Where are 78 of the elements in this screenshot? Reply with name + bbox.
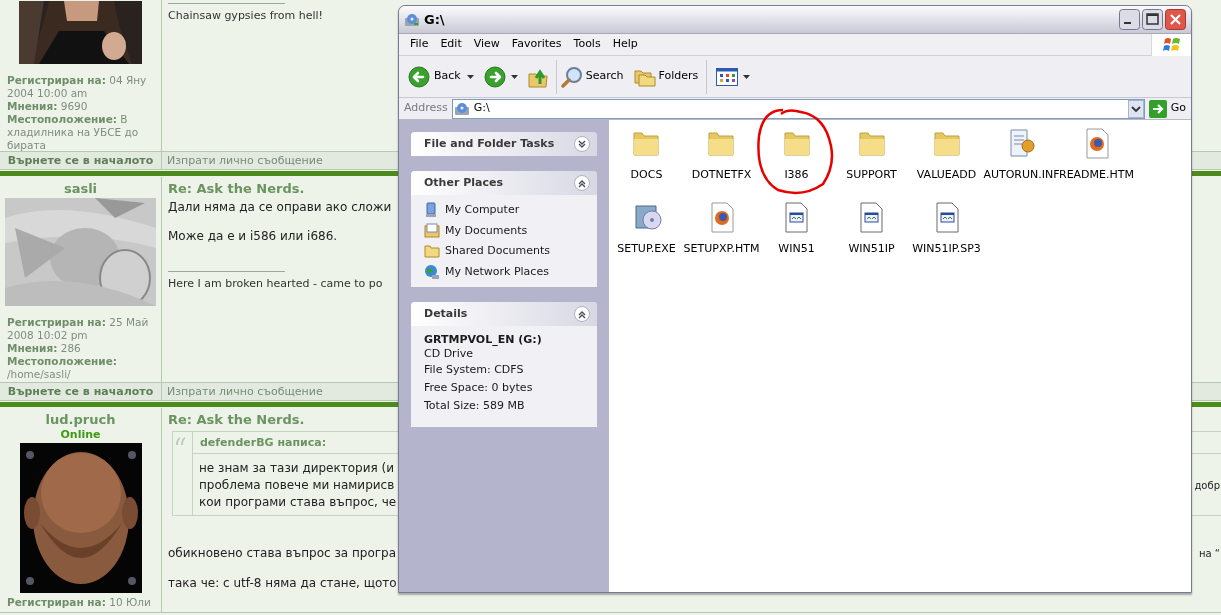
globe-icon <box>424 263 440 280</box>
close-button[interactable] <box>1165 9 1186 30</box>
online-status: Online <box>60 428 101 442</box>
views-icon <box>716 67 739 86</box>
post-title: Re: Ask the Nerds. <box>168 411 305 428</box>
folder-item[interactable]: VALUEADD <box>916 126 977 193</box>
panel-title[interactable]: Details <box>424 305 468 323</box>
drive-name: GRTMPVOL_EN (G:) <box>424 333 543 347</box>
member-stat: Мнения: 9690 <box>7 100 89 113</box>
explorer-item[interactable]: AUTORUN.INF <box>983 126 1060 193</box>
dropdown-button[interactable] <box>1127 99 1144 118</box>
views-caret-icon[interactable] <box>743 74 751 79</box>
detail-text: Total Size: 589 MB <box>424 398 526 414</box>
member-stat: Регистриран на: 10 Юли <box>7 596 152 609</box>
signature-text: Chainsaw gypsies from hell! <box>168 8 323 24</box>
post-title: Re: Ask the Nerds. <box>168 180 305 197</box>
collapse-chevron-icon[interactable] <box>574 306 590 322</box>
back-to-top-link[interactable]: Върнете се в началото <box>7 383 154 400</box>
menu-item[interactable]: View <box>467 36 506 53</box>
detail-text: File System: CDFS <box>424 362 525 378</box>
drive-icon <box>404 11 420 28</box>
folders-button[interactable]: Folders <box>633 61 699 92</box>
documents-icon <box>424 222 440 239</box>
minimize-button[interactable] <box>1119 9 1140 30</box>
detail-text: Free Space: 0 bytes <box>424 380 534 396</box>
folder-item[interactable]: DOCS <box>630 126 663 193</box>
search-button[interactable]: Search <box>560 61 624 92</box>
place-link[interactable]: My Computer <box>424 202 584 219</box>
folder-item[interactable]: SUPPORT <box>846 126 897 193</box>
caret-icon[interactable] <box>466 74 474 79</box>
signature-text: Here I am broken hearted - came to po <box>168 276 383 292</box>
explorer-item[interactable]: WIN51IP.SP3 <box>912 200 981 267</box>
menu-item[interactable]: File <box>404 36 435 53</box>
member-stat: Мнения: 286 <box>7 342 82 355</box>
post-text: кои програми става въпрос, че <box>199 494 397 511</box>
address-label: Address <box>404 100 448 117</box>
post-text: на “ <box>1198 547 1220 561</box>
post-text: така че: с utf-8 няма да стане, щото <box>168 576 397 590</box>
menu-item[interactable]: Tools <box>567 36 607 53</box>
drive-icon <box>453 100 470 117</box>
post-text: Дали няма да се оправи ако сложи <box>168 200 392 214</box>
go-button[interactable]: Go <box>1148 99 1186 118</box>
windows-logo-icon <box>1162 36 1181 53</box>
folder-icon <box>424 243 440 260</box>
menu-item[interactable]: Favorites <box>505 36 568 53</box>
address-value: G:\ <box>473 100 490 117</box>
maximize-button[interactable] <box>1142 9 1163 30</box>
window-title: G:\ <box>424 10 445 29</box>
explorer-item[interactable]: WIN51IP <box>848 200 895 267</box>
back-to-top-link[interactable]: Върнете се в началото <box>7 152 154 169</box>
member-stat: Регистриран на: 25 Май 2008 10:02 pm <box>7 316 150 342</box>
folder-item[interactable]: I386 <box>781 126 812 193</box>
quote-mark-icon <box>176 437 186 445</box>
post-text: проблема повече ми намирисв <box>199 477 395 494</box>
menu-item[interactable]: Help <box>606 36 644 53</box>
member-stat: Местоположение: /home/sasli/ <box>7 355 118 381</box>
address-field[interactable]: G:\ <box>451 98 1145 119</box>
post-text: Може да е и i586 или i686. <box>168 229 338 243</box>
expand-chevron-icon[interactable] <box>574 136 590 152</box>
place-link[interactable]: My Network Places <box>424 263 584 280</box>
place-link[interactable]: Shared Documents <box>424 243 584 260</box>
detail-text: CD Drive <box>424 347 474 361</box>
explorer-item[interactable]: README.HTM <box>1059 126 1134 193</box>
collapse-chevron-icon[interactable] <box>574 175 590 191</box>
explorer-item[interactable]: SETUPXP.HTM <box>683 200 760 267</box>
menu-item[interactable]: Edit <box>434 36 468 53</box>
back-button[interactable]: Back <box>407 61 462 92</box>
member-stat: Местоположение: В хладилника на УБСЕ до бирата <box>7 113 140 152</box>
search-icon <box>560 65 583 88</box>
caret-icon[interactable] <box>510 74 518 79</box>
member-stat: Регистриран на: 04 Яну 2004 10:00 am <box>7 74 148 100</box>
explorer-item[interactable]: WIN51 <box>778 200 815 267</box>
post-text: не знам за тази директория (и <box>199 460 394 477</box>
place-link[interactable]: My Documents <box>424 222 584 239</box>
post-text: обикновено става въпрос за програ <box>168 546 396 560</box>
explorer-item[interactable]: SETUP.EXE <box>617 200 676 267</box>
folder-item[interactable]: DOTNETFX <box>691 126 752 193</box>
post-text: добр <box>1194 479 1220 493</box>
